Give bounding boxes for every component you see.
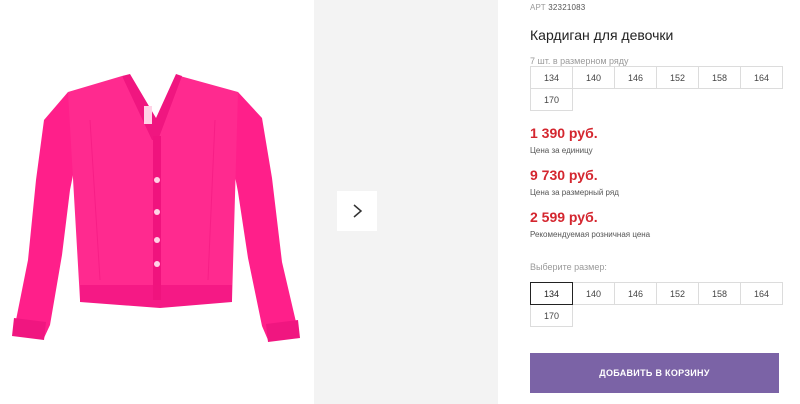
size-option-158[interactable]: 158 [698, 282, 741, 305]
choose-size-label: Выберите размер: [530, 262, 607, 272]
retail-price-label: Рекомендуемая розничная цена [530, 230, 651, 239]
unit-price: 1 390 руб. [530, 125, 598, 141]
size-range-item: 164 [740, 66, 783, 89]
size-range-item: 134 [530, 66, 573, 89]
size-range-item: 140 [572, 66, 615, 89]
size-option-134[interactable]: 134 [530, 282, 573, 305]
size-option-164[interactable]: 164 [740, 282, 783, 305]
product-title: Кардиган для девочки [530, 27, 674, 43]
unit-price-label: Цена за единицу [530, 146, 593, 155]
range-price: 9 730 руб. [530, 167, 598, 183]
article-label: АРТ [530, 3, 546, 12]
add-to-cart-button[interactable]: ДОБАВИТЬ В КОРЗИНУ [530, 353, 779, 393]
size-range-grid: 134 140 146 152 158 164 170 [530, 66, 783, 111]
size-range-item: 158 [698, 66, 741, 89]
size-option-146[interactable]: 146 [614, 282, 657, 305]
next-image-button[interactable] [337, 191, 377, 231]
size-range-item: 152 [656, 66, 699, 89]
product-info: АРТ 32321083 Кардиган для девочки 7 шт. … [530, 0, 792, 404]
chevron-right-icon [353, 204, 363, 218]
range-price-label: Цена за размерный ряд [530, 188, 619, 197]
product-photo[interactable] [0, 0, 314, 404]
size-option-152[interactable]: 152 [656, 282, 699, 305]
retail-price: 2 599 руб. [530, 209, 598, 225]
article-number: АРТ 32321083 [530, 3, 585, 12]
size-option-170[interactable]: 170 [530, 304, 573, 327]
size-range-note: 7 шт. в размерном ряду [530, 56, 629, 66]
article-value: 32321083 [548, 3, 586, 12]
size-range-item: 146 [614, 66, 657, 89]
size-picker: 134 140 146 152 158 164 170 [530, 282, 783, 327]
cardigan-image [12, 74, 300, 342]
size-range-item: 170 [530, 88, 573, 111]
size-option-140[interactable]: 140 [572, 282, 615, 305]
